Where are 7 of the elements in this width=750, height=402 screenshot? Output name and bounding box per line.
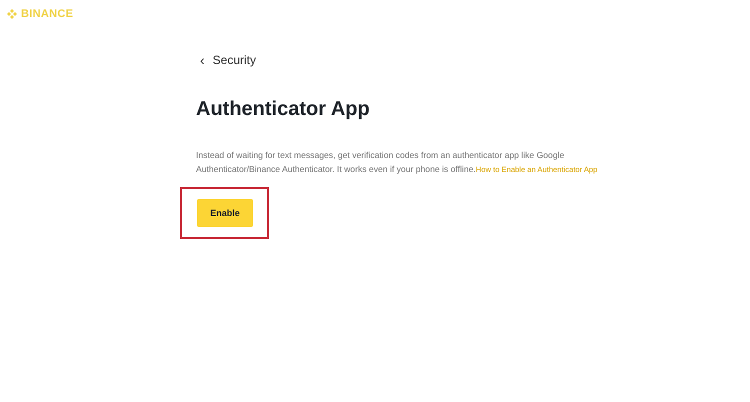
logo-text: BINANCE <box>21 8 74 20</box>
logo-icon <box>6 8 18 20</box>
enable-button[interactable]: Enable <box>197 199 253 227</box>
back-link[interactable]: ‹ Security <box>196 52 750 68</box>
back-icon: ‹ <box>200 52 205 68</box>
back-label: Security <box>212 53 256 67</box>
page-title: Authenticator App <box>196 98 371 121</box>
